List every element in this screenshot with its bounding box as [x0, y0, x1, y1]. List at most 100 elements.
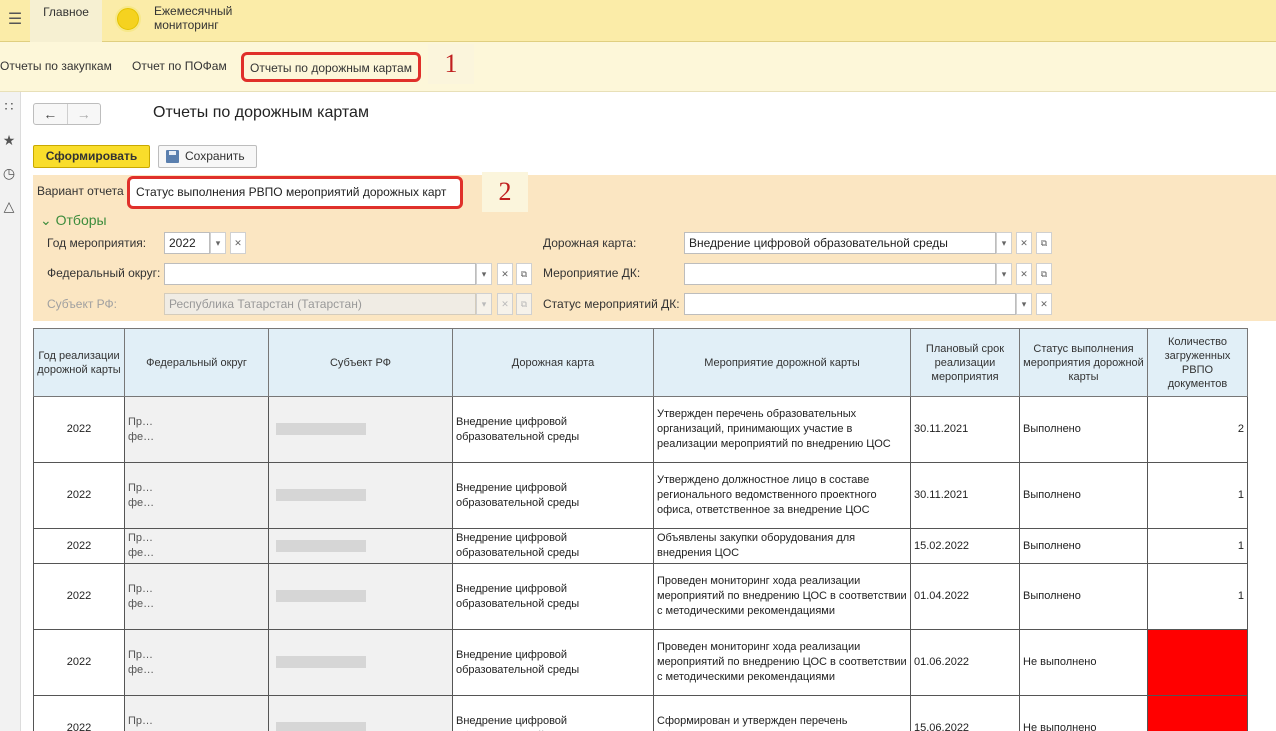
- year-dropdown-button[interactable]: ▾: [210, 232, 226, 254]
- section-monthly-monitoring[interactable]: Ежемесячный мониторинг: [154, 4, 254, 32]
- roadmap-dropdown-button[interactable]: ▾: [996, 232, 1012, 254]
- table-row[interactable]: 2022Пр…фе… Внедрение цифровой образовател…: [33, 396, 1276, 463]
- district-dropdown-button[interactable]: ▾: [476, 263, 492, 285]
- year-field[interactable]: 2022: [164, 232, 210, 254]
- event-open-button[interactable]: ⧉: [1036, 263, 1052, 285]
- col-header-status[interactable]: Статус выполнения мероприятия дорожной к…: [1019, 328, 1148, 397]
- event-dropdown-button[interactable]: ▾: [996, 263, 1012, 285]
- roadmap-clear-button[interactable]: ✕: [1016, 232, 1032, 254]
- cell-count[interactable]: 1: [1147, 528, 1248, 564]
- status-clear-button[interactable]: ✕: [1036, 293, 1052, 315]
- cell-date[interactable]: 15.06.2022: [910, 695, 1020, 731]
- variant-select[interactable]: Статус выполнения РВПО мероприятий дорож…: [127, 176, 463, 209]
- section-main[interactable]: Главное: [30, 0, 102, 42]
- cell-count[interactable]: [1147, 695, 1248, 731]
- cell-roadmap[interactable]: Внедрение цифровой образовательной среды: [452, 462, 654, 529]
- cell-district[interactable]: Пр…фе…: [124, 462, 269, 529]
- save-button[interactable]: Сохранить: [158, 145, 257, 168]
- cell-subject[interactable]: [268, 462, 453, 529]
- cell-event[interactable]: Проведен мониторинг хода реализации меро…: [653, 563, 911, 630]
- cell-district[interactable]: Пр…фе…: [124, 695, 269, 731]
- col-header-roadmap[interactable]: Дорожная карта: [452, 328, 654, 397]
- cell-status[interactable]: Выполнено: [1019, 396, 1148, 463]
- cell-event[interactable]: Проведен мониторинг хода реализации меро…: [653, 629, 911, 696]
- cell-date[interactable]: 30.11.2021: [910, 396, 1020, 463]
- cell-year[interactable]: 2022: [33, 396, 125, 463]
- cell-count[interactable]: 1: [1147, 563, 1248, 630]
- cell-subject[interactable]: [268, 563, 453, 630]
- col-header-count[interactable]: Количество загруженных РВПО документов: [1147, 328, 1248, 397]
- district-open-button[interactable]: ⧉: [516, 263, 532, 285]
- cell-year[interactable]: 2022: [33, 462, 125, 529]
- status-field[interactable]: [684, 293, 1016, 315]
- cell-status[interactable]: Выполнено: [1019, 462, 1148, 529]
- col-header-district[interactable]: Федеральный округ: [124, 328, 269, 397]
- cell-status[interactable]: Выполнено: [1019, 563, 1148, 630]
- table-row[interactable]: 2022Пр…фе… Внедрение цифровой образовател…: [33, 629, 1276, 696]
- history-icon[interactable]: ◷: [0, 165, 18, 182]
- link-procurement-reports[interactable]: Отчеты по закупкам: [0, 59, 112, 73]
- generate-button[interactable]: Сформировать: [33, 145, 150, 168]
- col-header-event[interactable]: Мероприятие дорожной карты: [653, 328, 911, 397]
- table-row[interactable]: 2022Пр…фе… Внедрение цифровой образовател…: [33, 563, 1276, 630]
- cell-status[interactable]: Выполнено: [1019, 528, 1148, 564]
- district-field[interactable]: [164, 263, 476, 285]
- table-row[interactable]: 2022Пр…фе… Внедрение цифровой образовател…: [33, 462, 1276, 529]
- sun-circle-icon[interactable]: [115, 6, 141, 32]
- roadmap-open-button[interactable]: ⧉: [1036, 232, 1052, 254]
- cell-subject[interactable]: [268, 629, 453, 696]
- cell-roadmap[interactable]: Внедрение цифровой образовательной среды: [452, 563, 654, 630]
- bell-icon[interactable]: △: [0, 198, 18, 215]
- table-header-row: Год реализации дорожной карты Федеральны…: [33, 328, 1276, 397]
- hamburger-icon[interactable]: ☰: [6, 11, 24, 29]
- cell-count[interactable]: 2: [1147, 396, 1248, 463]
- cell-subject[interactable]: [268, 396, 453, 463]
- col-header-date[interactable]: Плановый срок реализации мероприятия: [910, 328, 1020, 397]
- cell-status[interactable]: Не выполнено: [1019, 695, 1148, 731]
- event-clear-button[interactable]: ✕: [1016, 263, 1032, 285]
- cell-district[interactable]: Пр…фе…: [124, 396, 269, 463]
- cell-date[interactable]: 01.04.2022: [910, 563, 1020, 630]
- link-roadmap-reports[interactable]: Отчеты по дорожным картам: [241, 52, 421, 82]
- cell-count[interactable]: 1: [1147, 462, 1248, 529]
- link-pof-report[interactable]: Отчет по ПОФам: [132, 59, 227, 73]
- cell-district[interactable]: Пр…фе…: [124, 563, 269, 630]
- cell-event[interactable]: Объявлены закупки оборудования для внедр…: [653, 528, 911, 564]
- back-button[interactable]: ←: [34, 104, 68, 124]
- cell-subject[interactable]: [268, 695, 453, 731]
- forward-button[interactable]: →: [68, 104, 101, 124]
- cell-district[interactable]: Пр…фе…: [124, 629, 269, 696]
- cell-roadmap[interactable]: Внедрение цифровой образовательной среды: [452, 629, 654, 696]
- district-clear-button[interactable]: ✕: [497, 263, 513, 285]
- cell-year[interactable]: 2022: [33, 563, 125, 630]
- cell-year[interactable]: 2022: [33, 695, 125, 731]
- star-icon[interactable]: ★: [0, 132, 18, 149]
- cell-count[interactable]: [1147, 629, 1248, 696]
- cell-event[interactable]: Утверждено должностное лицо в составе ре…: [653, 462, 911, 529]
- cell-roadmap[interactable]: Внедрение цифровой образовательной среды: [452, 695, 654, 731]
- cell-event[interactable]: Сформирован и утвержден перечень оборудо…: [653, 695, 911, 731]
- table-row[interactable]: 2022Пр…фе… Внедрение цифровой образовател…: [33, 695, 1276, 731]
- col-header-subject[interactable]: Субъект РФ: [268, 328, 453, 397]
- event-field[interactable]: [684, 263, 996, 285]
- cell-event[interactable]: Утвержден перечень образовательных орган…: [653, 396, 911, 463]
- cell-year[interactable]: 2022: [33, 629, 125, 696]
- cell-date[interactable]: 30.11.2021: [910, 462, 1020, 529]
- roadmap-field[interactable]: Внедрение цифровой образовательной среды: [684, 232, 996, 254]
- filters-toggle[interactable]: ⌄ Отборы: [40, 212, 107, 229]
- cell-subject[interactable]: [268, 528, 453, 564]
- table-row[interactable]: 2022Пр…фе… Внедрение цифровой образовател…: [33, 528, 1276, 564]
- col-header-year[interactable]: Год реализации дорожной карты: [33, 328, 125, 397]
- apps-grid-icon[interactable]: ∷: [0, 98, 18, 115]
- cell-date[interactable]: 15.02.2022: [910, 528, 1020, 564]
- year-clear-button[interactable]: ✕: [230, 232, 246, 254]
- cell-district[interactable]: Пр…фе…: [124, 528, 269, 564]
- cell-year[interactable]: 2022: [33, 528, 125, 564]
- chevron-down-icon: ⌄: [40, 212, 52, 228]
- district-line-2: фе…: [128, 547, 155, 559]
- cell-status[interactable]: Не выполнено: [1019, 629, 1148, 696]
- cell-roadmap[interactable]: Внедрение цифровой образовательной среды: [452, 396, 654, 463]
- cell-roadmap[interactable]: Внедрение цифровой образовательной среды: [452, 528, 654, 564]
- cell-date[interactable]: 01.06.2022: [910, 629, 1020, 696]
- status-dropdown-button[interactable]: ▾: [1016, 293, 1032, 315]
